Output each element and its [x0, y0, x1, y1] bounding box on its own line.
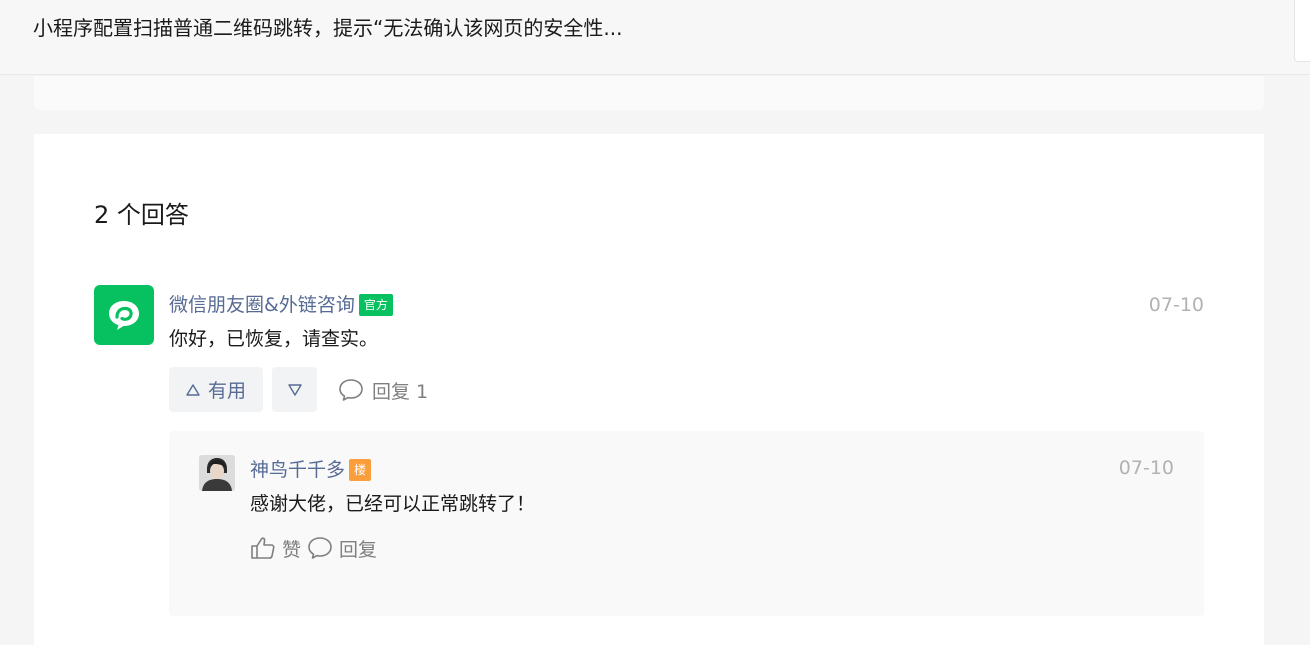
question-header: 小程序配置扫描普通二维码跳转，提示“无法确认该网页的安全性... — [0, 0, 1310, 75]
answers-section: 2 个回答 微信朋友圈&外链咨询 官方 07-10 你好，已恢复，请查实。 有用… — [34, 134, 1264, 645]
answer-author[interactable]: 微信朋友圈&外链咨询 官方 — [169, 291, 393, 319]
reply-button[interactable]: 回复 1 — [338, 375, 428, 405]
comment-icon — [339, 379, 363, 401]
reply-author-name[interactable]: 神鸟千千多 — [250, 456, 345, 484]
comment-icon — [308, 537, 332, 559]
reply-actions: 赞 回复 — [250, 533, 377, 563]
speech-bubble-logo-icon — [109, 301, 139, 330]
reply-to-reply-button[interactable]: 回复 — [307, 535, 377, 562]
reply-count-label: 回复 1 — [372, 380, 429, 403]
answer-content: 你好，已恢复，请查实。 — [169, 328, 379, 350]
like-label: 赞 — [282, 538, 302, 561]
thumbs-up-icon — [251, 537, 275, 559]
down-triangle-icon — [287, 383, 302, 396]
reply-label: 回复 — [339, 538, 378, 561]
reply-date: 07-10 — [1118, 457, 1174, 479]
official-badge: 官方 — [358, 294, 393, 316]
answers-count: 2 个回答 — [94, 201, 189, 229]
floor-badge: 楼 — [349, 459, 372, 481]
answer-author-name[interactable]: 微信朋友圈&外链咨询 — [169, 291, 355, 319]
up-triangle-icon — [186, 383, 200, 396]
like-button[interactable]: 赞 — [250, 535, 301, 562]
useful-button[interactable]: 有用 — [169, 367, 263, 412]
reply-thread: 神鸟千千多 楼 07-10 感谢大佬，已经可以正常跳转了！ 赞 回复 — [169, 431, 1204, 616]
person-photo-icon — [199, 455, 235, 491]
user-avatar[interactable] — [199, 455, 235, 491]
reply-content: 感谢大佬，已经可以正常跳转了！ — [250, 493, 536, 515]
answer-date: 07-10 — [1148, 294, 1204, 316]
question-card-bottom — [34, 76, 1264, 110]
official-avatar[interactable] — [94, 285, 154, 345]
reply-author[interactable]: 神鸟千千多 楼 — [250, 456, 372, 484]
question-title[interactable]: 小程序配置扫描普通二维码跳转，提示“无法确认该网页的安全性... — [33, 14, 622, 42]
useful-label: 有用 — [207, 380, 246, 402]
side-panel-edge — [1294, 0, 1310, 62]
not-useful-button[interactable] — [272, 367, 317, 412]
